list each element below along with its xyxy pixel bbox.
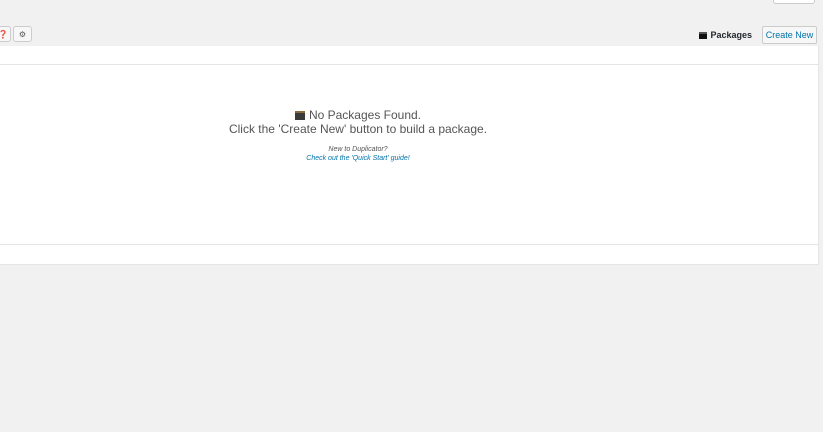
packages-heading: Packages	[699, 30, 752, 40]
empty-state-title: No Packages Found.	[0, 108, 716, 122]
create-new-button[interactable]: Create New	[762, 26, 817, 44]
screen-options-tab[interactable]	[773, 0, 815, 4]
empty-state: No Packages Found. Click the 'Create New…	[0, 108, 716, 163]
help-button[interactable]: ❓	[0, 26, 11, 42]
settings-button[interactable]: ⚙	[13, 26, 32, 42]
quick-start-guide-link[interactable]: Check out the 'Quick Start' guide!	[0, 154, 716, 163]
gear-icon: ⚙	[18, 29, 27, 39]
archive-icon	[294, 110, 305, 120]
table-header-divider	[0, 64, 818, 65]
table-footer-divider	[0, 244, 818, 245]
new-to-duplicator-text: New to Duplicator?	[328, 146, 388, 153]
packages-label: Packages	[710, 30, 752, 40]
packages-table-panel: No Packages Found. Click the 'Create New…	[0, 46, 819, 265]
archive-icon	[699, 31, 708, 39]
empty-state-title-text: No Packages Found.	[308, 108, 422, 122]
question-circle-icon: ❓	[0, 29, 8, 39]
packages-toolbar: ❓ ⚙ Packages Create New	[0, 26, 823, 46]
empty-state-subtitle: Click the 'Create New' button to build a…	[228, 122, 488, 136]
